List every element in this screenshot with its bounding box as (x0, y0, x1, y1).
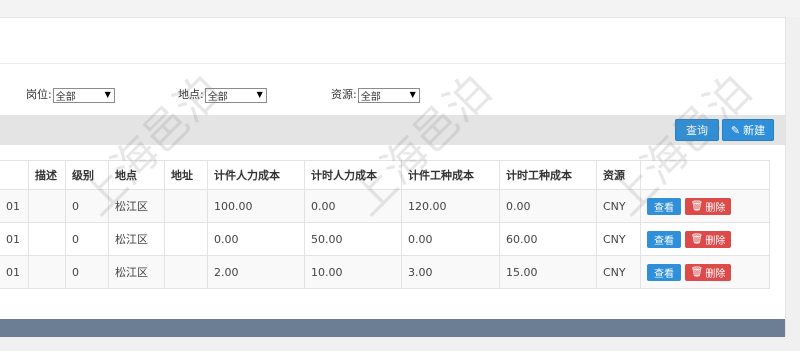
view-button-label: 查看 (654, 268, 674, 280)
cell-piece-type: 3.00 (401, 255, 500, 289)
location-select-value: 全部 (207, 92, 228, 103)
location-select[interactable]: 全部 ▼ (204, 88, 267, 103)
delete-button[interactable]: 🗑 删除 (685, 263, 731, 281)
table-row: 01 0 松江区 0.00 50.00 0.00 60.00 CNY 查看 🗑 删除 (0, 222, 770, 256)
delete-button[interactable]: 🗑 删除 (685, 197, 731, 215)
view-button[interactable]: 查看 (647, 263, 681, 281)
cell-source: CNY (596, 255, 641, 289)
query-button-label: 查询 (686, 124, 708, 137)
chevron-down-icon: ▼ (104, 90, 111, 99)
column-header (0, 160, 29, 190)
position-select-value: 全部 (55, 92, 76, 103)
cell-time-labor: 50.00 (304, 222, 402, 256)
view-button-label: 查看 (654, 235, 674, 247)
position-filter: 岗位: 全部 ▼ (26, 86, 115, 103)
delete-button[interactable]: 🗑 删除 (685, 230, 731, 248)
trash-icon: 🗑 (690, 233, 704, 245)
query-button[interactable]: 查询 (675, 119, 719, 141)
vertical-scrollbar[interactable] (785, 17, 800, 351)
table-header-row: 描述 级别 地点 地址 计件人力成本 计时人力成本 计件工种成本 计时工种成本 … (0, 160, 770, 190)
cell-code: 01 (0, 189, 29, 223)
cell-desc (28, 222, 66, 256)
delete-button-label: 删除 (705, 202, 726, 214)
cell-time-type: 15.00 (499, 255, 597, 289)
position-select[interactable]: 全部 ▼ (52, 88, 115, 103)
cell-piece-labor: 100.00 (207, 189, 305, 223)
view-button[interactable]: 查看 (647, 197, 681, 215)
footer-bar (0, 319, 785, 337)
filter-bar: 岗位: 全部 ▼ 地点: 全部 ▼ 资源: 全部 ▼ (0, 86, 785, 108)
cell-source: CNY (596, 222, 641, 256)
location-filter-label: 地点: (178, 88, 204, 101)
source-filter-label: 资源: (331, 88, 357, 101)
new-button-label: 新建 (743, 124, 766, 137)
location-filter: 地点: 全部 ▼ (178, 86, 267, 103)
cell-time-labor: 10.00 (304, 255, 402, 289)
cell-level: 0 (65, 255, 109, 289)
cell-time-labor: 0.00 (304, 189, 402, 223)
source-filter: 资源: 全部 ▼ (331, 86, 420, 103)
position-filter-label: 岗位: (26, 88, 52, 101)
column-header: 计时工种成本 (499, 160, 597, 190)
cell-time-type: 60.00 (499, 222, 597, 256)
column-header: 资源 (596, 160, 641, 190)
column-header: 地址 (164, 160, 208, 190)
cell-code: 01 (0, 222, 29, 256)
new-button[interactable]: ✎ 新建 (722, 119, 774, 141)
source-select-value: 全部 (360, 92, 381, 103)
cell-address (164, 222, 208, 256)
cell-location: 松江区 (108, 189, 165, 223)
column-header: 计件人力成本 (207, 160, 305, 190)
view-button-label: 查看 (654, 202, 674, 214)
cell-address (164, 255, 208, 289)
top-bar (0, 0, 800, 18)
bottom-bar (0, 337, 800, 351)
cell-code: 01 (0, 255, 29, 289)
chevron-down-icon: ▼ (409, 90, 416, 99)
table-row: 01 0 松江区 100.00 0.00 120.00 0.00 CNY 查看 🗑… (0, 189, 770, 223)
cell-piece-labor: 0.00 (207, 222, 305, 256)
divider (0, 63, 785, 64)
column-header: 级别 (65, 160, 109, 190)
cell-time-type: 0.00 (499, 189, 597, 223)
cell-address (164, 189, 208, 223)
delete-button-label: 删除 (705, 268, 726, 280)
cell-level: 0 (65, 222, 109, 256)
chevron-down-icon: ▼ (256, 90, 263, 99)
column-header: 描述 (28, 160, 66, 190)
cell-location: 松江区 (108, 222, 165, 256)
cell-source: CNY (596, 189, 641, 223)
cell-actions: 查看 🗑 删除 (640, 189, 770, 223)
source-select[interactable]: 全部 ▼ (357, 88, 420, 103)
pencil-icon: ✎ (730, 123, 741, 137)
table-row: 01 0 松江区 2.00 10.00 3.00 15.00 CNY 查看 🗑 删除 (0, 255, 770, 289)
cost-table: 描述 级别 地点 地址 计件人力成本 计时人力成本 计件工种成本 计时工种成本 … (0, 160, 770, 289)
cell-actions: 查看 🗑 删除 (640, 222, 770, 256)
column-header: 地点 (108, 160, 165, 190)
cell-piece-type: 120.00 (401, 189, 500, 223)
trash-icon: 🗑 (690, 200, 704, 212)
cell-location: 松江区 (108, 255, 165, 289)
cell-actions: 查看 🗑 删除 (640, 255, 770, 289)
cell-piece-type: 0.00 (401, 222, 500, 256)
delete-button-label: 删除 (705, 235, 726, 247)
view-button[interactable]: 查看 (647, 230, 681, 248)
cell-piece-labor: 2.00 (207, 255, 305, 289)
toolbar: 查询 ✎ 新建 (0, 115, 785, 145)
cell-level: 0 (65, 189, 109, 223)
column-header (640, 160, 770, 190)
cell-desc (28, 189, 66, 223)
column-header: 计件工种成本 (401, 160, 500, 190)
cell-desc (28, 255, 66, 289)
column-header: 计时人力成本 (304, 160, 402, 190)
trash-icon: 🗑 (690, 266, 704, 278)
